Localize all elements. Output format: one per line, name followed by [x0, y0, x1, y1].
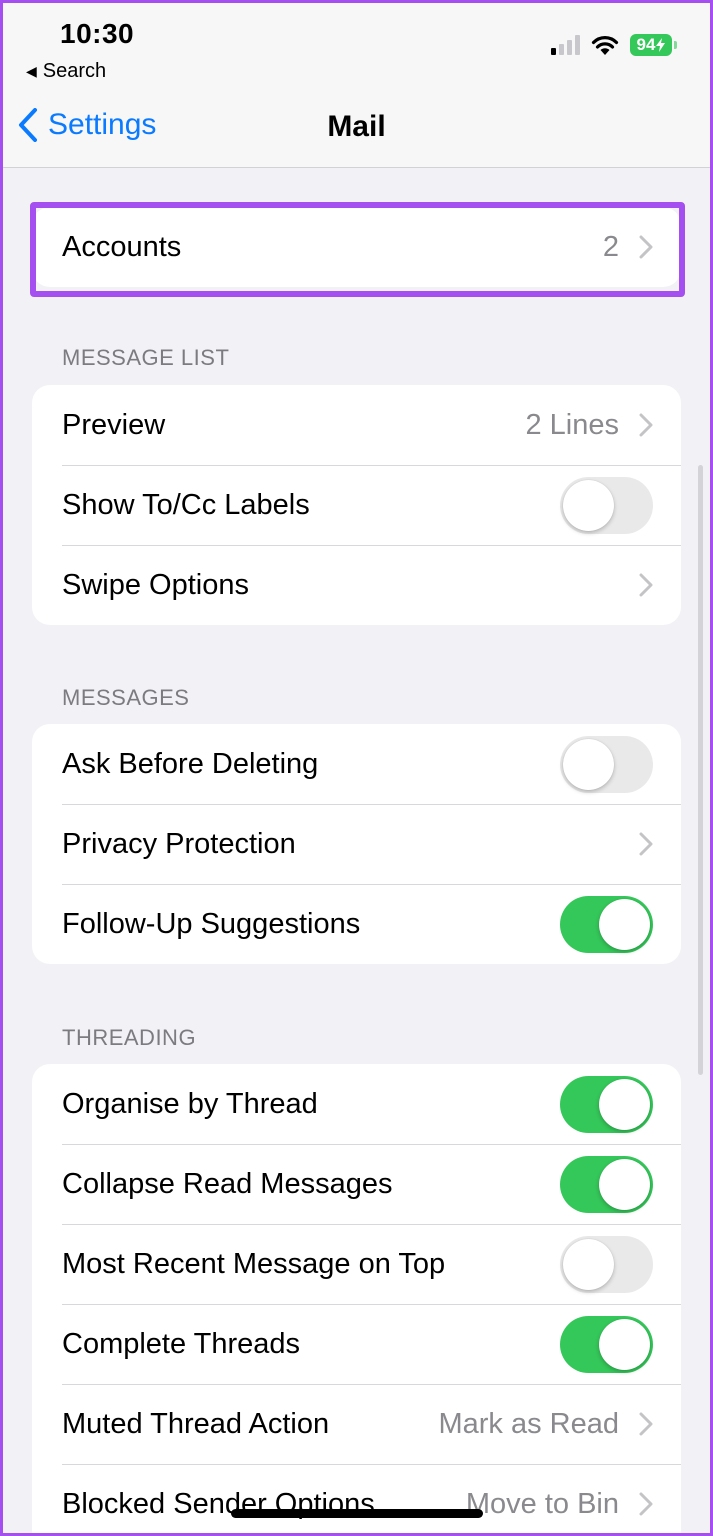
organise-by-thread-row[interactable]: Organise by Thread: [32, 1064, 681, 1144]
chevron-right-icon: [639, 573, 653, 597]
ask-before-deleting-row[interactable]: Ask Before Deleting: [32, 724, 681, 804]
most-recent-message-on-top-toggle[interactable]: [560, 1235, 653, 1293]
chevron-right-icon: [639, 1412, 653, 1436]
follow-up-suggestions-row[interactable]: Follow-Up Suggestions: [32, 884, 681, 964]
chevron-right-icon: [639, 832, 653, 856]
most-recent-message-on-top-row[interactable]: Most Recent Message on Top: [32, 1224, 681, 1304]
complete-threads-row[interactable]: Complete Threads: [32, 1304, 681, 1384]
blocked-sender-options-row[interactable]: Blocked Sender Options Move to Bin: [32, 1464, 681, 1536]
wifi-icon: [591, 36, 619, 55]
muted-thread-action-row[interactable]: Muted Thread Action Mark as Read: [32, 1384, 681, 1464]
organise-by-thread-label: Organise by Thread: [62, 1087, 318, 1120]
show-to-cc-labels-row[interactable]: Show To/Cc Labels: [32, 465, 681, 545]
section-header: MESSAGES: [62, 685, 190, 710]
page-title: Mail: [327, 110, 386, 143]
cellular-signal-icon: [551, 35, 580, 55]
toggle-knob: [563, 1238, 614, 1290]
privacy-protection-row[interactable]: Privacy Protection: [32, 804, 681, 884]
charging-bolt-icon: [656, 38, 666, 52]
toggle-knob: [599, 1078, 650, 1130]
swipe-options-row[interactable]: Swipe Options: [32, 545, 681, 625]
toggle-knob: [599, 898, 650, 950]
toggle-knob: [599, 1158, 650, 1210]
chevron-right-icon: [639, 235, 653, 259]
preview-label: Preview: [62, 408, 166, 441]
blocked-sender-options-value: Move to Bin: [465, 1487, 619, 1520]
accounts-row[interactable]: Accounts 2: [32, 207, 681, 287]
section-header: THREADING: [62, 1025, 197, 1050]
accounts-count: 2: [602, 230, 619, 263]
settings-group: Organise by Thread Collapse Read Messages…: [32, 1064, 681, 1536]
accounts-group: Accounts 2: [32, 207, 681, 287]
section-header: MESSAGE LIST: [62, 345, 230, 370]
muted-thread-action-label: Muted Thread Action: [62, 1407, 330, 1440]
back-triangle-icon: ◀: [26, 63, 37, 79]
toggle-knob: [599, 1318, 650, 1370]
collapse-read-messages-row[interactable]: Collapse Read Messages: [32, 1144, 681, 1224]
complete-threads-label: Complete Threads: [62, 1327, 301, 1360]
navigation-bar: Settings Mail: [0, 96, 713, 168]
preview-row[interactable]: Preview 2 Lines: [32, 385, 681, 465]
battery-percent: 94: [636, 35, 656, 54]
most-recent-message-on-top-label: Most Recent Message on Top: [62, 1247, 446, 1280]
status-bar: 10:30 ◀ Search 94: [0, 0, 713, 96]
show-to-cc-labels-toggle[interactable]: [560, 476, 653, 534]
toggle-knob: [563, 479, 614, 531]
follow-up-suggestions-toggle[interactable]: [560, 895, 653, 953]
show-to-cc-labels-label: Show To/Cc Labels: [62, 488, 310, 521]
status-time: 10:30: [60, 18, 135, 49]
status-indicators: 94: [551, 34, 677, 56]
swipe-options-label: Swipe Options: [62, 568, 249, 601]
scroll-indicator: [698, 465, 703, 1075]
follow-up-suggestions-label: Follow-Up Suggestions: [62, 907, 361, 940]
chevron-right-icon: [639, 413, 653, 437]
settings-group: Preview 2 Lines Show To/Cc Labels Swipe Opt…: [32, 385, 681, 625]
complete-threads-toggle[interactable]: [560, 1315, 653, 1373]
toggle-knob: [563, 738, 614, 790]
back-to-app-label: Search: [42, 60, 107, 82]
organise-by-thread-toggle[interactable]: [560, 1075, 653, 1133]
chevron-right-icon: [639, 1492, 653, 1516]
muted-thread-action-value: Mark as Read: [438, 1407, 619, 1440]
collapse-read-messages-toggle[interactable]: [560, 1155, 653, 1213]
accounts-label: Accounts: [62, 230, 182, 263]
home-indicator[interactable]: [231, 1509, 483, 1518]
battery-icon: 94: [630, 34, 677, 56]
ask-before-deleting-toggle[interactable]: [560, 735, 653, 793]
back-to-app-button[interactable]: ◀ Search: [26, 60, 106, 83]
settings-group: Ask Before Deleting Privacy Protection Fol…: [32, 724, 681, 964]
ask-before-deleting-label: Ask Before Deleting: [62, 747, 319, 780]
privacy-protection-label: Privacy Protection: [62, 827, 296, 860]
collapse-read-messages-label: Collapse Read Messages: [62, 1167, 393, 1200]
preview-value: 2 Lines: [525, 408, 619, 441]
